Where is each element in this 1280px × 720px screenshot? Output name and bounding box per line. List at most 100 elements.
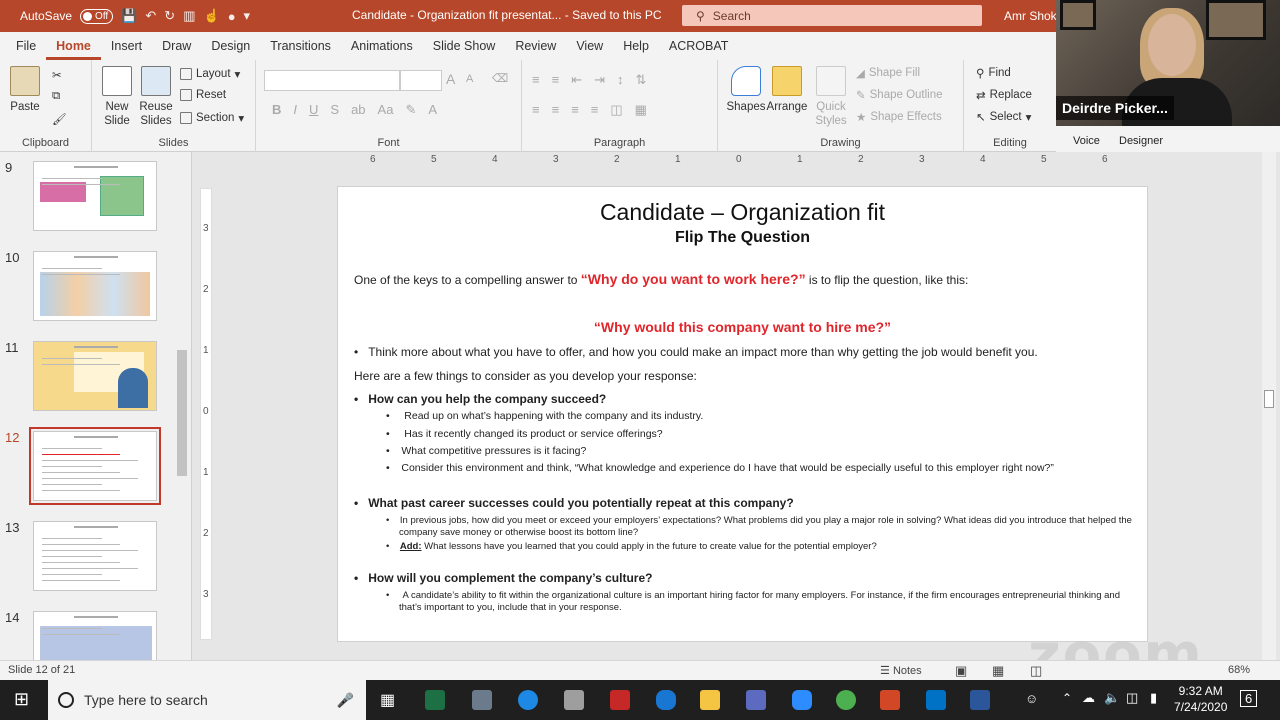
editor-scrollbar[interactable] (1262, 152, 1276, 660)
slide-subtitle[interactable]: Flip The Question (338, 229, 1147, 247)
search-box[interactable]: ⚲ Search (682, 5, 982, 26)
arrange-button[interactable]: Arrange (766, 66, 808, 114)
grow-font-button[interactable]: A (446, 71, 455, 87)
font-size-combo[interactable] (400, 70, 442, 91)
scrollbar-thumb[interactable] (177, 350, 187, 476)
justify-icon[interactable]: ≡ (591, 102, 599, 118)
italic-button[interactable]: I (293, 102, 297, 118)
tab-insert[interactable]: Insert (101, 39, 152, 60)
q1-item[interactable]: • Consider this environment and think, “… (386, 462, 1054, 474)
new-slide-button[interactable]: New Slide (100, 66, 134, 128)
q2-add-item[interactable]: • Add: What lessons have you learned tha… (386, 541, 877, 552)
q1-item[interactable]: • Read up on what’s happening with the c… (386, 410, 703, 422)
shrink-font-button[interactable]: A (466, 73, 473, 85)
shape-outline-button[interactable]: ✎ Shape Outline (856, 88, 943, 102)
consider-line[interactable]: Here are a few things to consider as you… (354, 369, 697, 383)
char-spacing-icon[interactable]: ab (351, 102, 365, 118)
onedrive-icon[interactable] (656, 690, 676, 710)
flip-question[interactable]: “Why would this company want to hire me?… (338, 319, 1147, 335)
clear-formatting-icon[interactable]: ⌫ (492, 71, 508, 85)
people-icon[interactable]: ☺ (1025, 691, 1038, 706)
question-1[interactable]: • How can you help the company succeed? (354, 392, 606, 406)
notification-center-icon[interactable]: 6 (1240, 690, 1258, 707)
cut-icon[interactable]: ✂ (52, 68, 62, 82)
bold-button[interactable]: B (272, 102, 281, 118)
clock[interactable]: 9:32 AM 7/24/2020 (1174, 683, 1227, 715)
taskbar-search[interactable]: Type here to search 🎤 (48, 680, 366, 720)
thumbnail-scrollbar[interactable] (176, 154, 188, 658)
save-icon[interactable]: 💾 (121, 8, 137, 24)
shape-effects-button[interactable]: ★ Shape Effects (856, 110, 942, 124)
cloud-icon[interactable]: ☁ (1082, 690, 1095, 706)
document-title[interactable]: Candidate - Organization fit presentat..… (352, 8, 662, 22)
slide-title[interactable]: Candidate – Organization fit (338, 199, 1147, 226)
quick-styles-button[interactable]: Quick Styles (810, 66, 852, 128)
underline-button[interactable]: U (309, 102, 318, 118)
customize-qat-icon[interactable]: ▾ (244, 8, 251, 24)
text-direction-icon[interactable]: ⇅ (636, 72, 647, 88)
scrollbar-thumb[interactable] (1264, 390, 1274, 408)
font-name-combo[interactable] (264, 70, 400, 91)
find-button[interactable]: ⚲ Find (976, 66, 1011, 80)
microphone-icon[interactable]: 🎤 (337, 692, 354, 709)
align-center-icon[interactable]: ≡ (552, 102, 560, 118)
reading-view-icon[interactable]: ◫ (1030, 663, 1042, 679)
voice-label[interactable]: Voice (1073, 135, 1100, 147)
q1-item[interactable]: • What competitive pressures is it facin… (386, 445, 586, 457)
columns-icon[interactable]: ◫ (610, 102, 622, 118)
align-left-icon[interactable]: ≡ (532, 102, 540, 118)
section-button[interactable]: Section ▾ (180, 111, 244, 125)
tab-transitions[interactable]: Transitions (260, 39, 341, 60)
user-name[interactable]: Amr Shokr (1004, 9, 1061, 23)
slide-thumbnail[interactable] (29, 427, 161, 505)
zoom-icon[interactable] (792, 690, 812, 710)
windows-start-icon[interactable]: ⊞ (14, 689, 29, 710)
line-spacing-icon[interactable]: ↕ (617, 72, 624, 88)
tab-view[interactable]: View (566, 39, 613, 60)
replace-button[interactable]: ⇄ Replace (976, 88, 1032, 102)
tab-draw[interactable]: Draw (152, 39, 201, 60)
task-view-icon[interactable]: ▦ (380, 690, 400, 710)
slide-sorter-icon[interactable]: ▦ (992, 663, 1004, 679)
reset-button[interactable]: Reset (180, 89, 226, 101)
network-icon[interactable]: ◫ (1126, 690, 1138, 706)
highlight-icon[interactable]: ✎ (405, 102, 416, 118)
tab-design[interactable]: Design (201, 39, 260, 60)
change-case-icon[interactable]: Aa (378, 102, 394, 118)
edge-icon[interactable] (518, 690, 538, 710)
shapes-button[interactable]: Shapes (726, 66, 766, 114)
word-icon[interactable] (970, 690, 990, 710)
tray-chevron-icon[interactable]: ⌃ (1062, 691, 1072, 705)
font-color-icon[interactable]: A (428, 102, 437, 118)
reuse-slides-button[interactable]: Reuse Slides (138, 66, 174, 128)
shape-fill-button[interactable]: ◢ Shape Fill (856, 66, 920, 80)
designer-label[interactable]: Designer (1119, 135, 1163, 147)
normal-view-icon[interactable]: ▣ (955, 663, 967, 679)
file-explorer-icon[interactable] (700, 690, 720, 710)
numbering-icon[interactable]: ≡ (552, 72, 560, 88)
tab-review[interactable]: Review (505, 39, 566, 60)
q3-item-cont[interactable]: that’s important to you, include that in… (399, 602, 622, 613)
copy-icon[interactable]: ⧉ (52, 90, 60, 103)
acrobat-icon[interactable] (610, 690, 630, 710)
slide-thumbnail[interactable] (33, 251, 157, 321)
slide-thumbnail[interactable] (33, 341, 157, 411)
strikethrough-button[interactable]: S (330, 102, 339, 118)
tab-slide-show[interactable]: Slide Show (423, 39, 506, 60)
q2-item-cont[interactable]: company save money or otherwise boost it… (399, 527, 638, 538)
redo-icon[interactable]: ↻ (164, 8, 175, 24)
question-2[interactable]: • What past career successes could you p… (354, 496, 794, 510)
app-icon[interactable] (564, 690, 584, 710)
tab-animations[interactable]: Animations (341, 39, 423, 60)
chrome-icon[interactable] (836, 690, 856, 710)
intro-line[interactable]: One of the keys to a compelling answer t… (354, 271, 968, 287)
app-icon[interactable] (472, 690, 492, 710)
outlook-icon[interactable] (926, 690, 946, 710)
slide-canvas[interactable]: Candidate – Organization fit Flip The Qu… (337, 186, 1148, 642)
notes-button[interactable]: ☰ Notes (880, 664, 922, 677)
bullets-icon[interactable]: ≡ (532, 72, 540, 88)
smartart-icon[interactable]: ▦ (635, 102, 647, 118)
select-button[interactable]: ↖ Select ▾ (976, 110, 1031, 124)
record-icon[interactable]: ● (228, 9, 236, 24)
touch-mode-icon[interactable]: ☝ (204, 8, 220, 24)
